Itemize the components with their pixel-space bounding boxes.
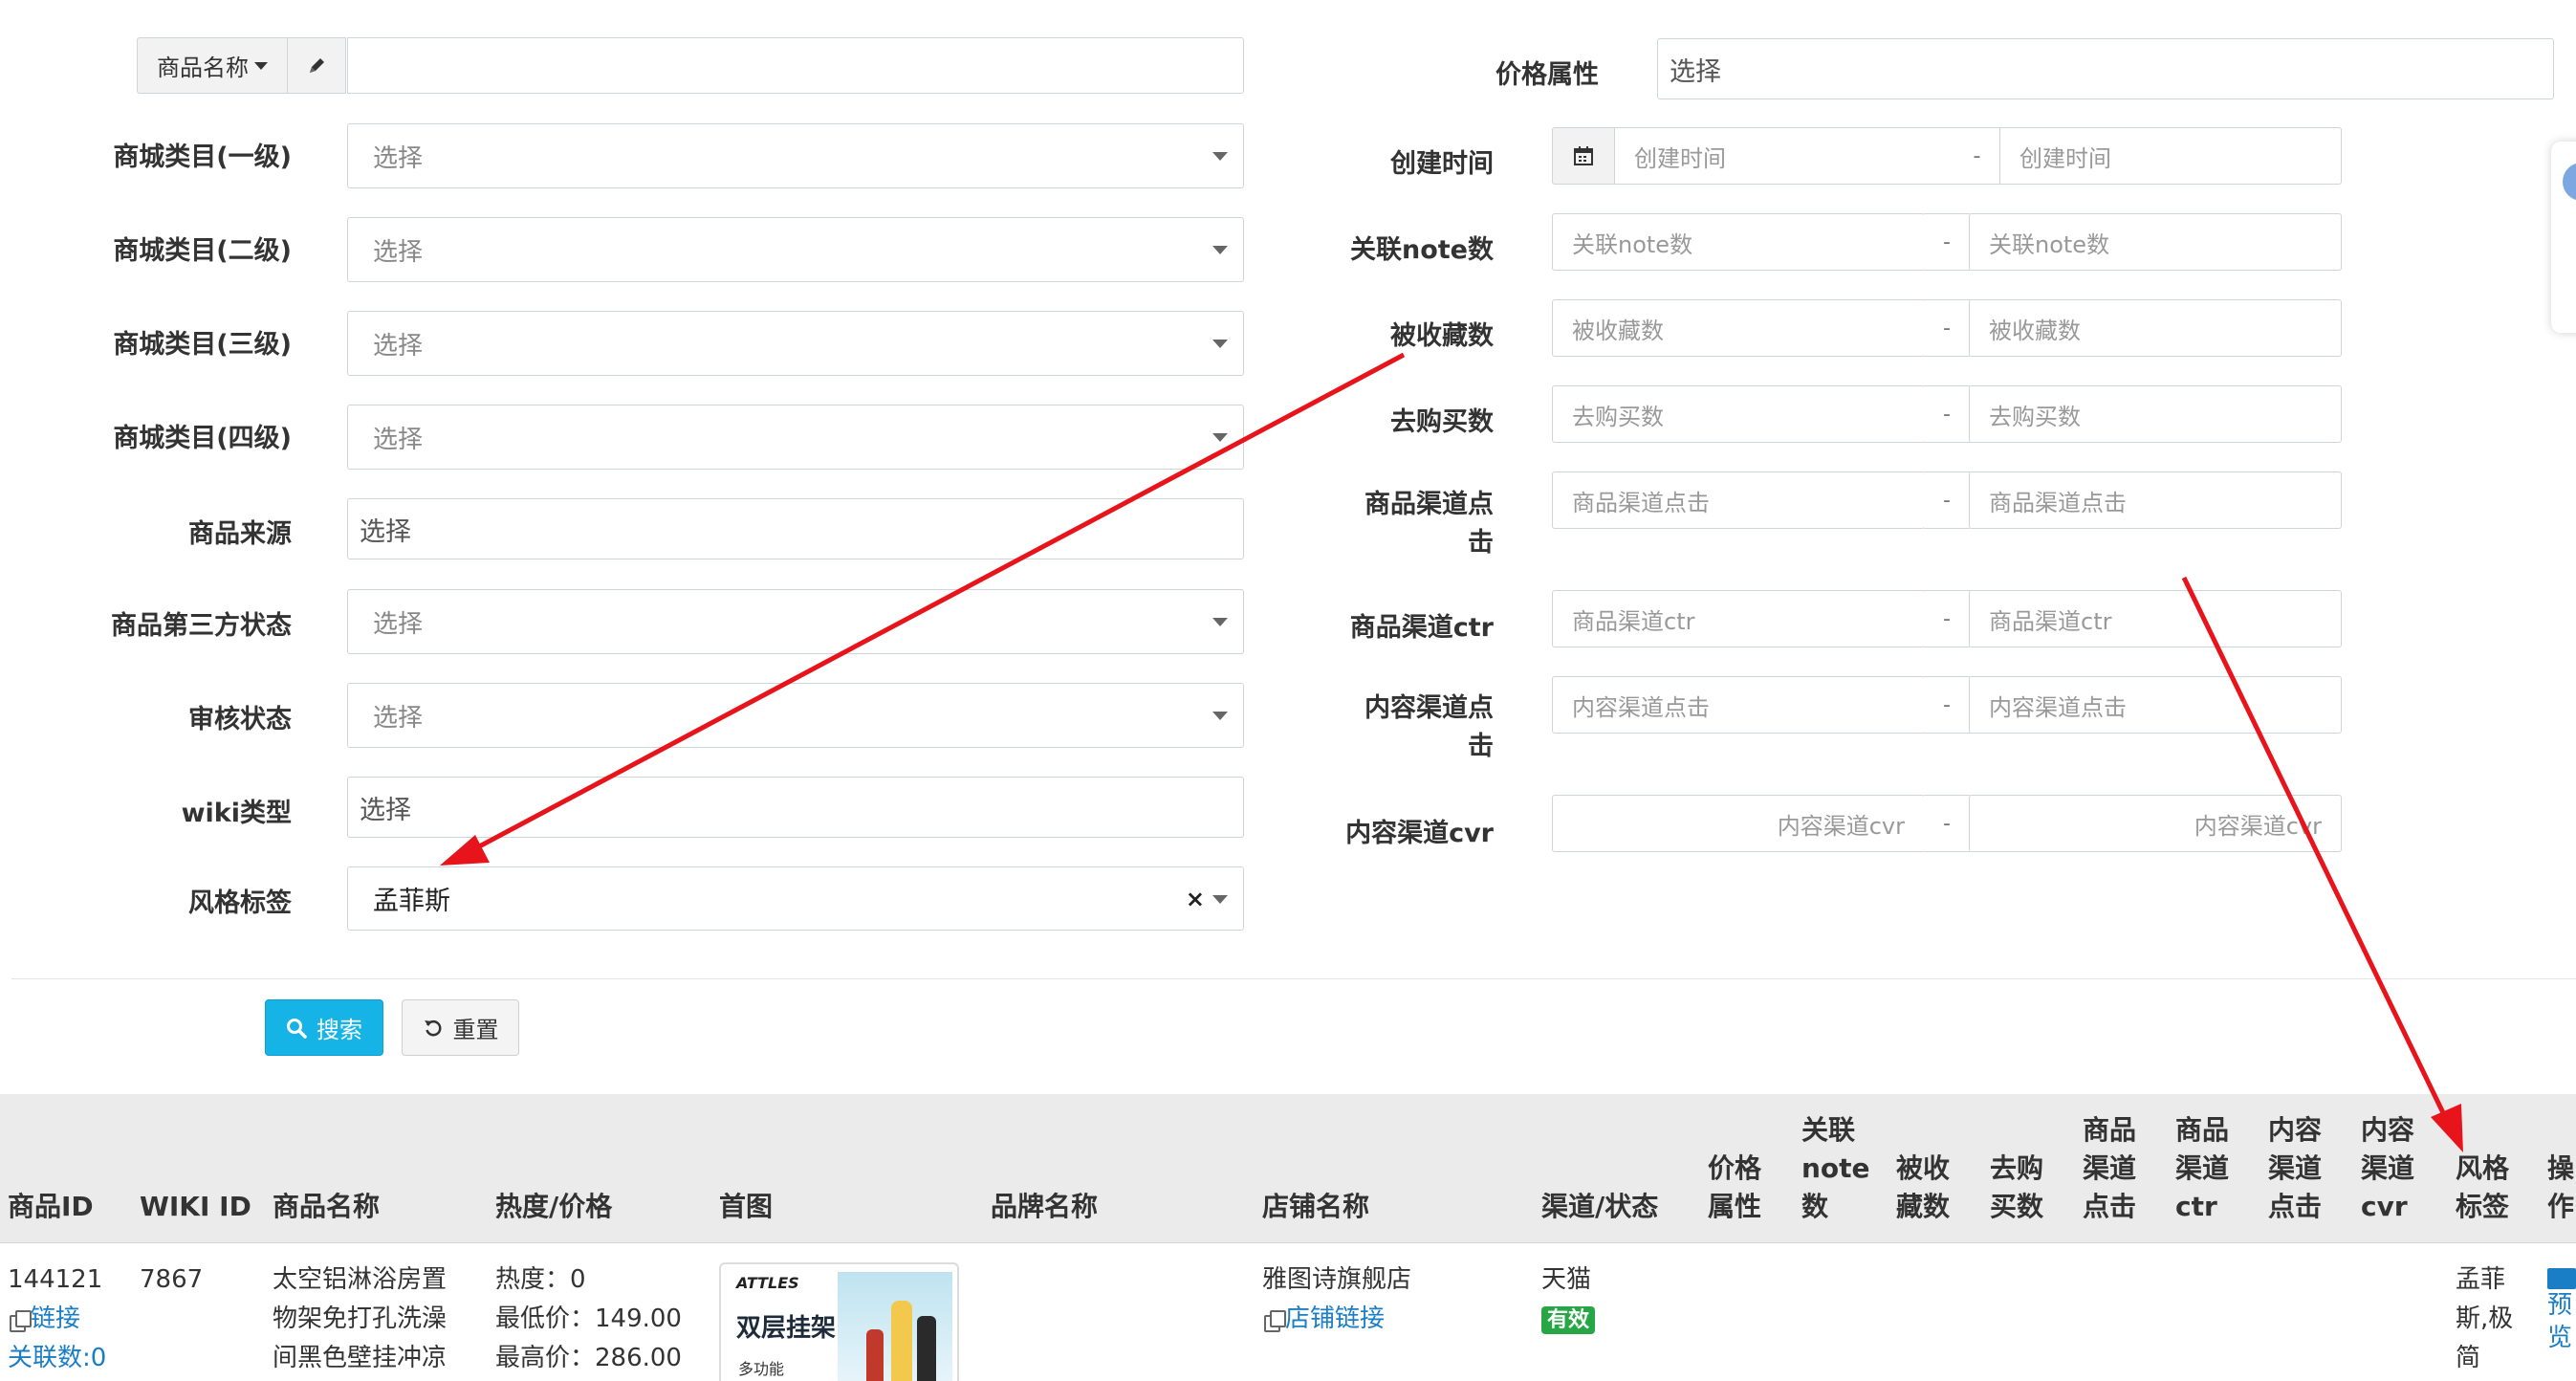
annotation-overlay — [440, 352, 2463, 1152]
annotation-arrow-left — [440, 352, 1406, 866]
annotation-arrow-right — [2181, 576, 2463, 1152]
